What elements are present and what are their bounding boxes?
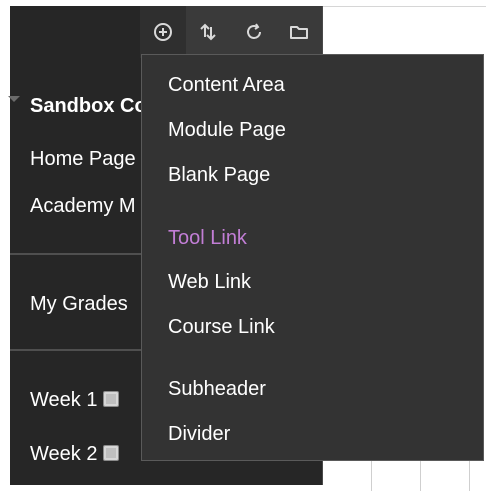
menu-option-blank-page[interactable]: Blank Page: [168, 163, 270, 187]
menu-option-tool-link[interactable]: Tool Link: [168, 226, 247, 250]
course-title[interactable]: Sandbox Co: [30, 94, 147, 118]
grid-line: [420, 461, 421, 491]
collapse-caret-icon[interactable]: [8, 96, 20, 102]
menu-option-subheader[interactable]: Subheader: [168, 377, 266, 401]
refresh-icon: [246, 23, 261, 39]
folder-icon: [290, 26, 309, 39]
sidebar-item-label: Week 1: [30, 389, 98, 411]
grid-line: [371, 461, 372, 491]
sidebar-item-label: Week 2: [30, 443, 98, 465]
grid-line: [469, 461, 470, 491]
add-menu-item-button[interactable]: [140, 6, 186, 58]
reorder-button[interactable]: [186, 6, 232, 58]
menu-option-module-page[interactable]: Module Page: [168, 118, 286, 142]
menu-option-divider[interactable]: Divider: [168, 422, 230, 446]
menu-option-web-link[interactable]: Web Link: [168, 270, 251, 294]
plus-circle-icon: [153, 23, 172, 41]
content-page-icon: [103, 391, 120, 407]
content-page-icon: [103, 445, 120, 461]
sidebar-item-week-1[interactable]: Week 1: [30, 388, 120, 412]
sidebar-item-week-2[interactable]: Week 2: [30, 442, 120, 466]
sidebar-item-my-grades[interactable]: My Grades: [30, 292, 128, 316]
folder-button[interactable]: [277, 6, 323, 58]
refresh-button[interactable]: [231, 6, 277, 58]
add-menu-item-dropdown: Content Area Module Page Blank Page Tool…: [141, 54, 484, 461]
sidebar-item-academy[interactable]: Academy M: [30, 194, 136, 218]
up-down-arrows-icon: [200, 23, 216, 41]
grid-line: [323, 6, 486, 7]
menu-option-course-link[interactable]: Course Link: [168, 315, 275, 339]
menu-option-content-area[interactable]: Content Area: [168, 73, 285, 97]
sidebar-item-home-page[interactable]: Home Page: [30, 147, 136, 171]
course-menu-toolbar: [140, 6, 322, 58]
